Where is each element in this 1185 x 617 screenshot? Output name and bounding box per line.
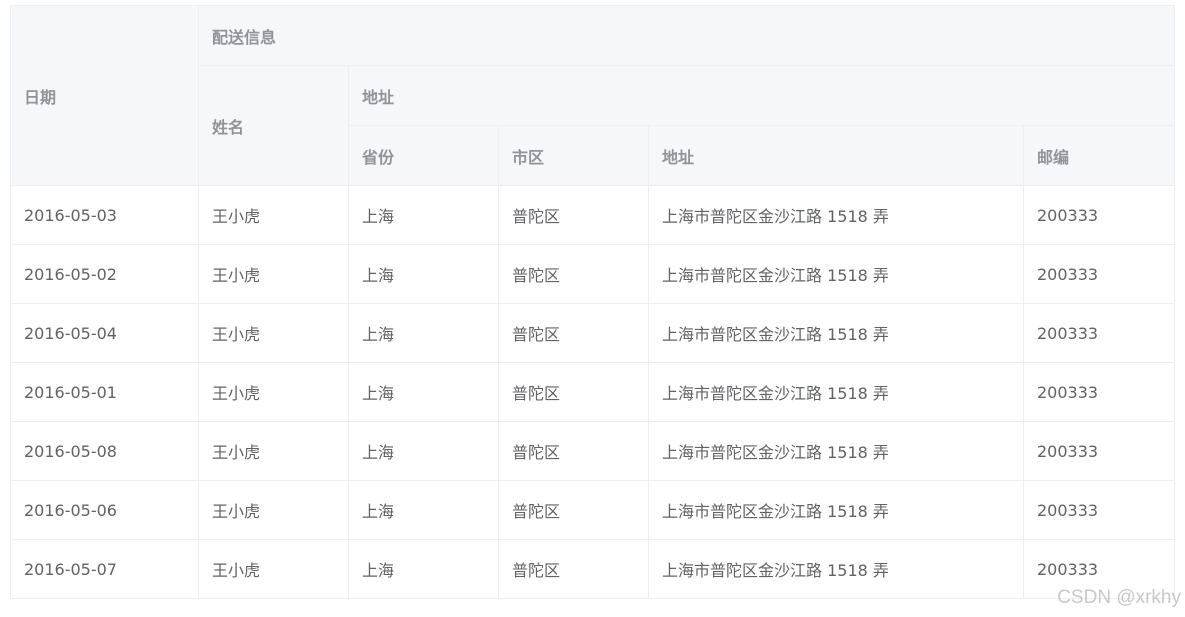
cell-city: 普陀区 xyxy=(498,185,649,245)
cell-province: 上海 xyxy=(348,185,499,245)
cell-zip: 200333 xyxy=(1022,185,1176,245)
cell-zip: 200333 xyxy=(1022,480,1176,540)
cell-province: 上海 xyxy=(348,421,499,481)
cell-city: 普陀区 xyxy=(498,303,649,363)
cell-name: 王小虎 xyxy=(198,185,349,245)
cell-zip: 200333 xyxy=(1022,244,1176,304)
cell-name: 王小虎 xyxy=(198,303,349,363)
cell-province: 上海 xyxy=(348,539,499,599)
cell-address: 上海市普陀区金沙江路 1518 弄 xyxy=(648,362,1024,422)
header-address[interactable]: 地址 xyxy=(648,125,1024,186)
cell-province: 上海 xyxy=(348,303,499,363)
table-row[interactable]: 2016-05-04 王小虎 上海 普陀区 上海市普陀区金沙江路 1518 弄 … xyxy=(10,303,1176,363)
data-table-container: 日期 配送信息 姓名 地址 省份 市区 地址 邮编 2016-05-03 王小虎… xyxy=(10,5,1176,605)
table-row[interactable]: 2016-05-07 王小虎 上海 普陀区 上海市普陀区金沙江路 1518 弄 … xyxy=(10,539,1176,599)
cell-name: 王小虎 xyxy=(198,244,349,304)
header-zip[interactable]: 邮编 xyxy=(1022,125,1176,186)
table-row[interactable]: 2016-05-01 王小虎 上海 普陀区 上海市普陀区金沙江路 1518 弄 … xyxy=(10,362,1176,422)
cell-province: 上海 xyxy=(348,480,499,540)
cell-date: 2016-05-01 xyxy=(10,362,199,422)
cell-city: 普陀区 xyxy=(498,362,649,422)
header-province[interactable]: 省份 xyxy=(348,125,499,186)
header-city[interactable]: 市区 xyxy=(498,125,649,186)
table-row[interactable]: 2016-05-06 王小虎 上海 普陀区 上海市普陀区金沙江路 1518 弄 … xyxy=(10,480,1176,540)
cell-province: 上海 xyxy=(348,244,499,304)
cell-date: 2016-05-08 xyxy=(10,421,199,481)
cell-address: 上海市普陀区金沙江路 1518 弄 xyxy=(648,480,1024,540)
cell-address: 上海市普陀区金沙江路 1518 弄 xyxy=(648,185,1024,245)
header-shipping-group: 配送信息 xyxy=(197,5,1176,66)
shipping-table: 日期 配送信息 姓名 地址 省份 市区 地址 邮编 2016-05-03 王小虎… xyxy=(10,5,1176,599)
cell-province: 上海 xyxy=(348,362,499,422)
table-header: 日期 配送信息 姓名 地址 省份 市区 地址 邮编 xyxy=(10,5,1176,186)
header-date[interactable]: 日期 xyxy=(10,5,199,186)
cell-date: 2016-05-06 xyxy=(10,480,199,540)
table-row[interactable]: 2016-05-08 王小虎 上海 普陀区 上海市普陀区金沙江路 1518 弄 … xyxy=(10,421,1176,481)
cell-city: 普陀区 xyxy=(498,480,649,540)
cell-address: 上海市普陀区金沙江路 1518 弄 xyxy=(648,244,1024,304)
cell-name: 王小虎 xyxy=(198,539,349,599)
header-row-1: 日期 配送信息 xyxy=(10,5,1176,186)
cell-address: 上海市普陀区金沙江路 1518 弄 xyxy=(648,539,1024,599)
cell-name: 王小虎 xyxy=(198,421,349,481)
cell-zip: 200333 xyxy=(1022,421,1176,481)
cell-zip: 200333 xyxy=(1022,362,1176,422)
cell-date: 2016-05-03 xyxy=(10,185,199,245)
cell-zip: 200333 xyxy=(1022,303,1176,363)
cell-name: 王小虎 xyxy=(198,480,349,540)
cell-address: 上海市普陀区金沙江路 1518 弄 xyxy=(648,303,1024,363)
table-row[interactable]: 2016-05-03 王小虎 上海 普陀区 上海市普陀区金沙江路 1518 弄 … xyxy=(10,185,1176,245)
cell-city: 普陀区 xyxy=(498,421,649,481)
header-address-group: 地址 xyxy=(347,65,1176,126)
cell-city: 普陀区 xyxy=(498,244,649,304)
cell-address: 上海市普陀区金沙江路 1518 弄 xyxy=(648,421,1024,481)
table-row[interactable]: 2016-05-02 王小虎 上海 普陀区 上海市普陀区金沙江路 1518 弄 … xyxy=(10,244,1176,304)
watermark: CSDN @xrkhy xyxy=(1057,587,1181,608)
cell-date: 2016-05-07 xyxy=(10,539,199,599)
cell-city: 普陀区 xyxy=(498,539,649,599)
header-name[interactable]: 姓名 xyxy=(198,65,349,186)
cell-date: 2016-05-04 xyxy=(10,303,199,363)
cell-name: 王小虎 xyxy=(198,362,349,422)
table-body: 2016-05-03 王小虎 上海 普陀区 上海市普陀区金沙江路 1518 弄 … xyxy=(10,185,1176,599)
cell-date: 2016-05-02 xyxy=(10,244,199,304)
